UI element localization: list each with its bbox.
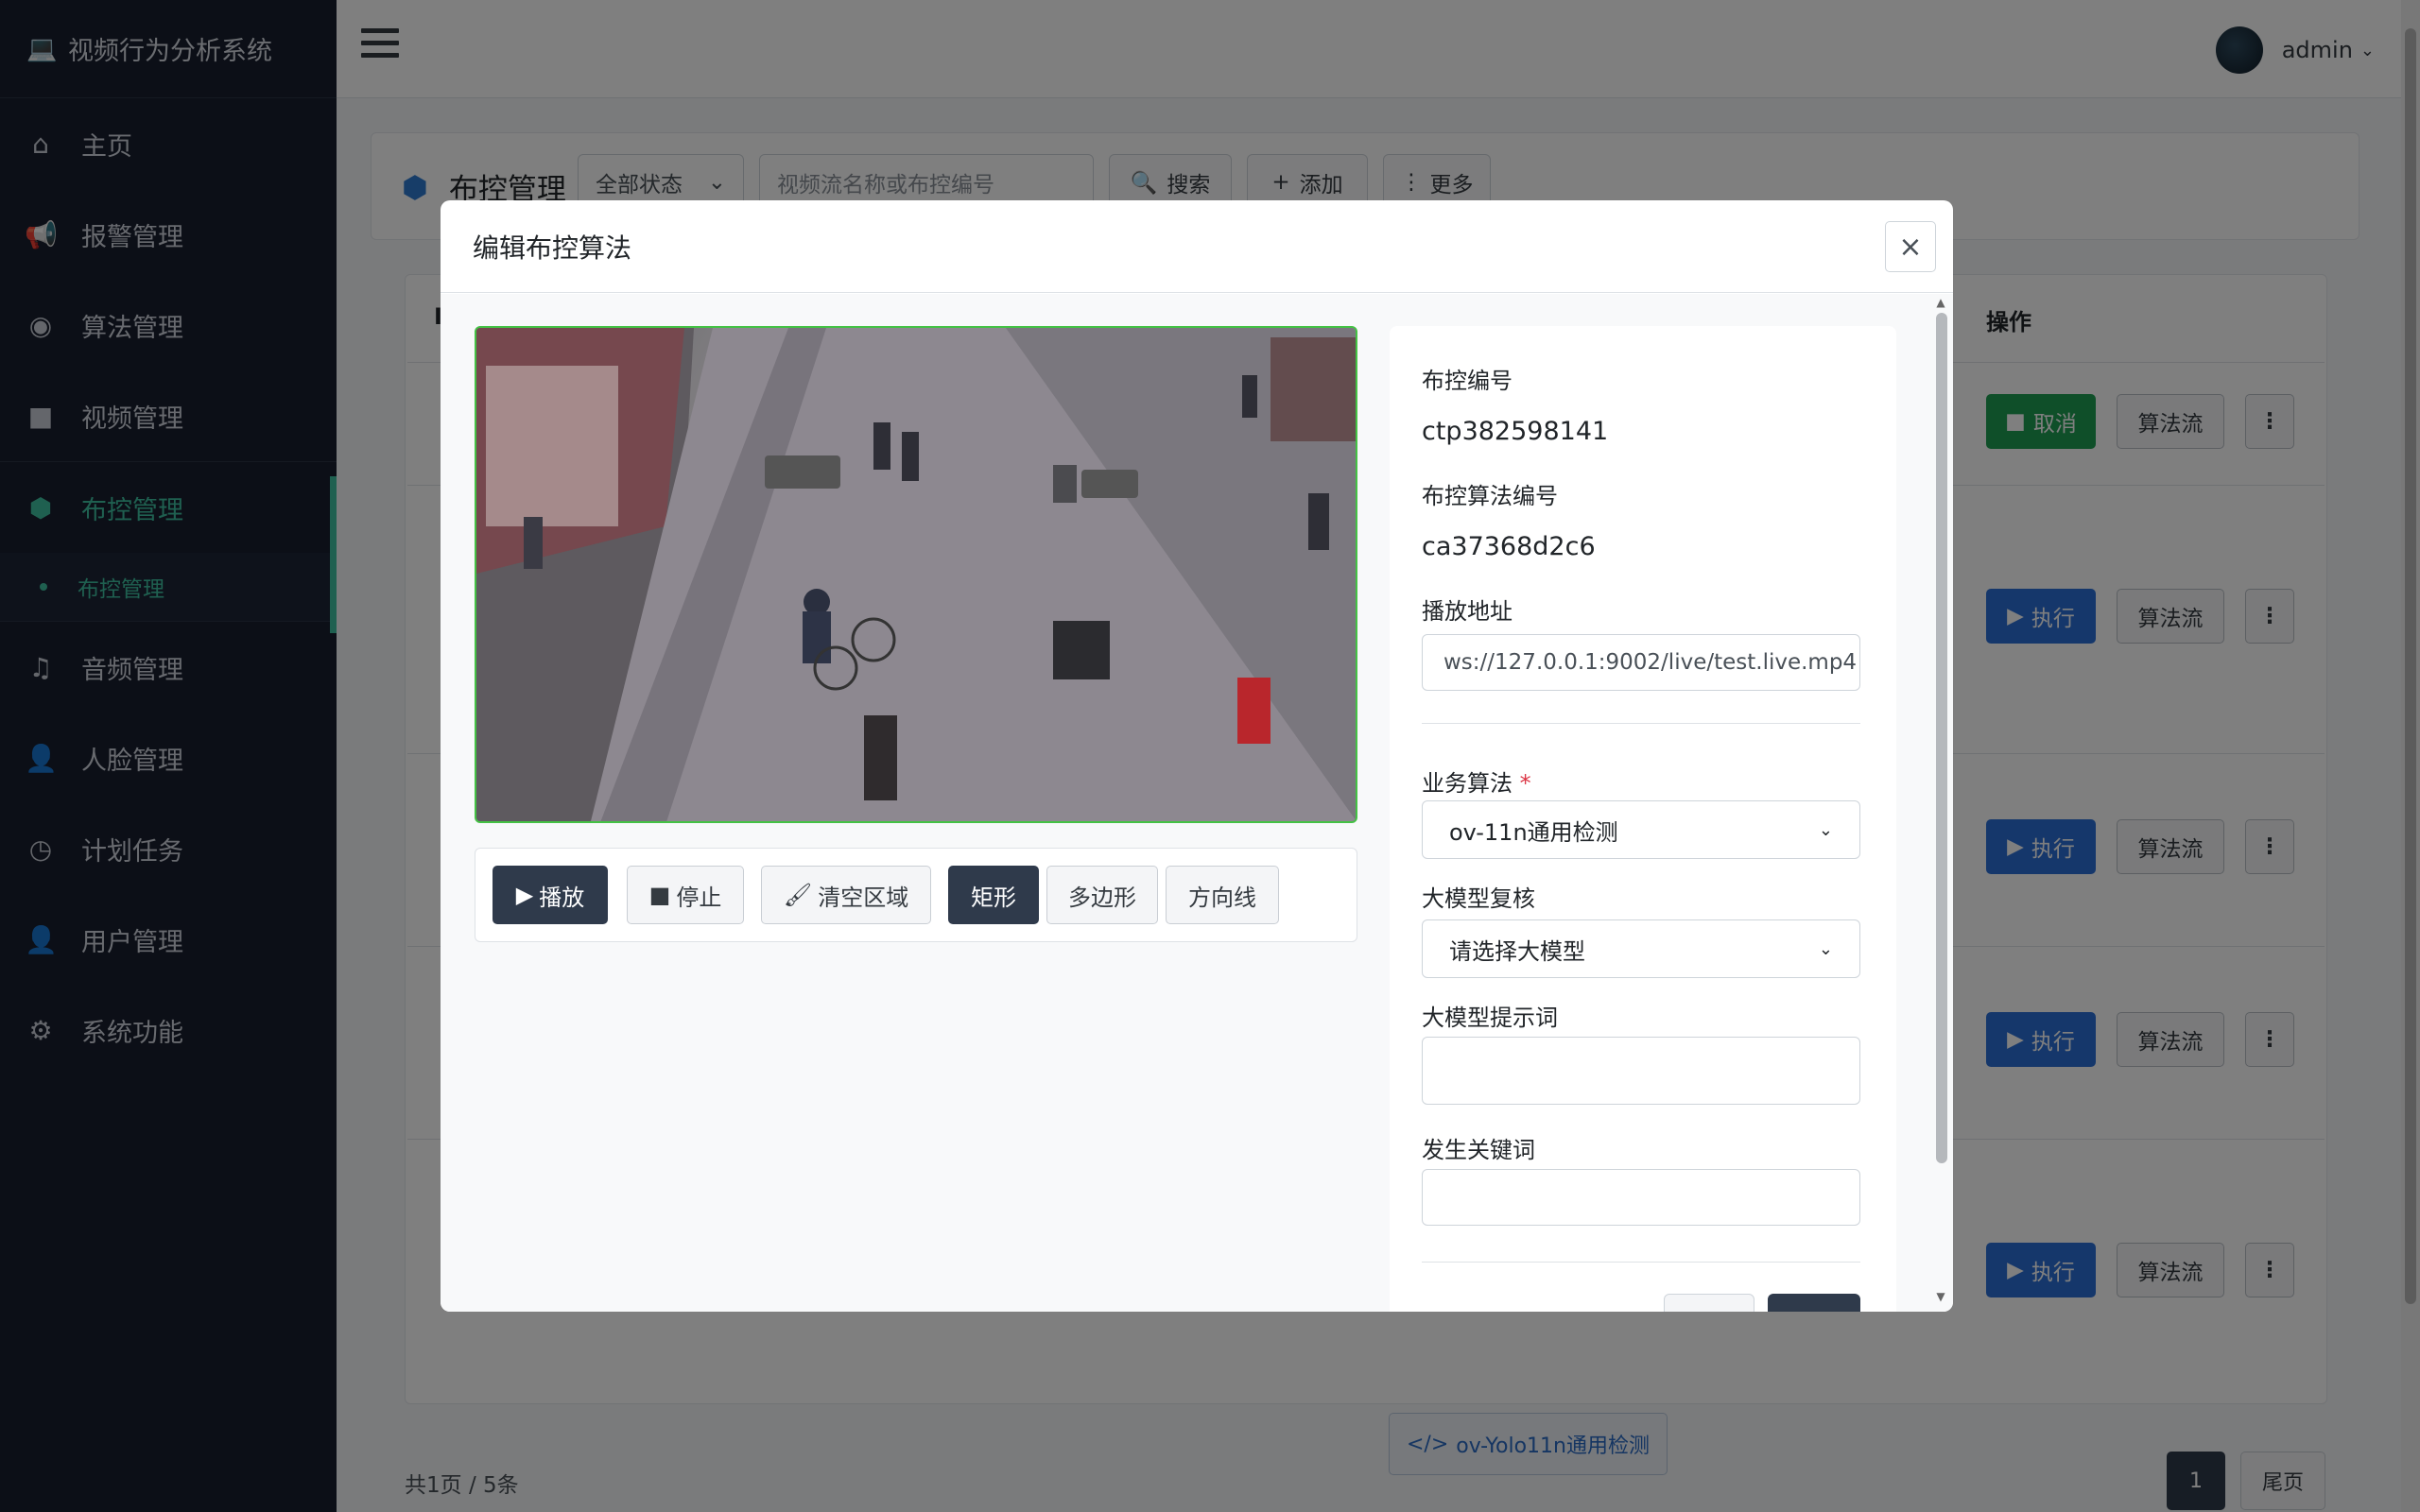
modal-scrollbar-thumb[interactable] — [1936, 313, 1947, 1163]
play-icon: ▶ — [515, 882, 534, 908]
clear-region-label: 清空区域 — [818, 884, 909, 911]
polygon-label: 多边形 — [1068, 884, 1136, 911]
direction-line-label: 方向线 — [1188, 884, 1256, 911]
keyword-label: 发生关键词 — [1422, 1137, 1535, 1163]
stop-button[interactable]: ■ 停止 — [627, 866, 744, 924]
brush-icon: 🖌 — [783, 882, 813, 908]
control-id-value: ctp382598141 — [1422, 417, 1609, 446]
modal-header: 编辑布控算法 — [441, 200, 1953, 293]
chevron-down-icon: ⌄ — [1818, 938, 1833, 959]
play-button[interactable]: ▶ 播放 — [493, 866, 608, 924]
modal-scrollbar[interactable]: ▲ ▼ — [1934, 296, 1947, 1303]
rectangle-label: 矩形 — [971, 884, 1016, 911]
modal-title: 编辑布控算法 — [473, 232, 632, 264]
play-url-input[interactable]: ws://127.0.0.1:9002/live/test.live.mp4 — [1422, 634, 1860, 691]
required-mark: * — [1519, 770, 1531, 797]
llm-review-label: 大模型复核 — [1422, 885, 1535, 912]
modal-body: ▶ 播放 ■ 停止 🖌 清空区域 矩形 多边形 方向线 布控编号 ctp3825… — [441, 294, 1953, 1312]
business-algo-label-text: 业务算法 — [1422, 770, 1512, 797]
form-divider — [1422, 723, 1860, 724]
business-algo-value: ov-11n通用检测 — [1449, 818, 1618, 846]
algo-id-value: ca37368d2c6 — [1422, 532, 1596, 561]
clear-region-button[interactable]: 🖌 清空区域 — [761, 866, 931, 924]
llm-review-value: 请选择大模型 — [1449, 937, 1585, 965]
street-scene-image — [476, 328, 1356, 821]
close-button[interactable]: × — [1885, 221, 1936, 272]
polygon-tool-button[interactable]: 多边形 — [1046, 866, 1158, 924]
business-algo-label: 业务算法 * — [1422, 765, 1531, 798]
video-toolbar: ▶ 播放 ■ 停止 🖌 清空区域 矩形 多边形 方向线 — [475, 848, 1357, 942]
control-id-label: 布控编号 — [1422, 368, 1512, 394]
cancel-footer-button[interactable] — [1664, 1294, 1754, 1312]
video-player[interactable] — [475, 326, 1357, 823]
keyword-input[interactable] — [1422, 1169, 1860, 1226]
stop-label: 停止 — [676, 884, 722, 911]
scroll-up-arrow-icon[interactable]: ▲ — [1934, 296, 1947, 309]
llm-prompt-textarea[interactable] — [1422, 1037, 1860, 1105]
play-url-label: 播放地址 — [1422, 598, 1512, 625]
scroll-down-arrow-icon[interactable]: ▼ — [1934, 1290, 1947, 1303]
direction-line-tool-button[interactable]: 方向线 — [1166, 866, 1279, 924]
play-url-value: ws://127.0.0.1:9002/live/test.live.mp4 — [1443, 650, 1858, 675]
stop-square-icon: ■ — [648, 882, 671, 908]
form-divider — [1422, 1262, 1860, 1263]
rectangle-tool-button[interactable]: 矩形 — [948, 866, 1039, 924]
business-algo-select[interactable]: ov-11n通用检测 ⌄ — [1422, 800, 1860, 859]
llm-review-select[interactable]: 请选择大模型 ⌄ — [1422, 919, 1860, 978]
play-label: 播放 — [539, 884, 585, 911]
algo-id-label: 布控算法编号 — [1422, 483, 1558, 509]
chevron-down-icon: ⌄ — [1818, 819, 1833, 840]
save-footer-button[interactable] — [1768, 1294, 1860, 1312]
edit-algorithm-modal: 编辑布控算法 × ▶ 播放 ■ 停止 🖌 清空区域 矩形 多边形 方向线 布控编… — [441, 200, 1953, 1312]
algorithm-form: 布控编号 ctp382598141 布控算法编号 ca37368d2c6 播放地… — [1390, 326, 1896, 1312]
llm-prompt-label: 大模型提示词 — [1422, 1005, 1558, 1031]
